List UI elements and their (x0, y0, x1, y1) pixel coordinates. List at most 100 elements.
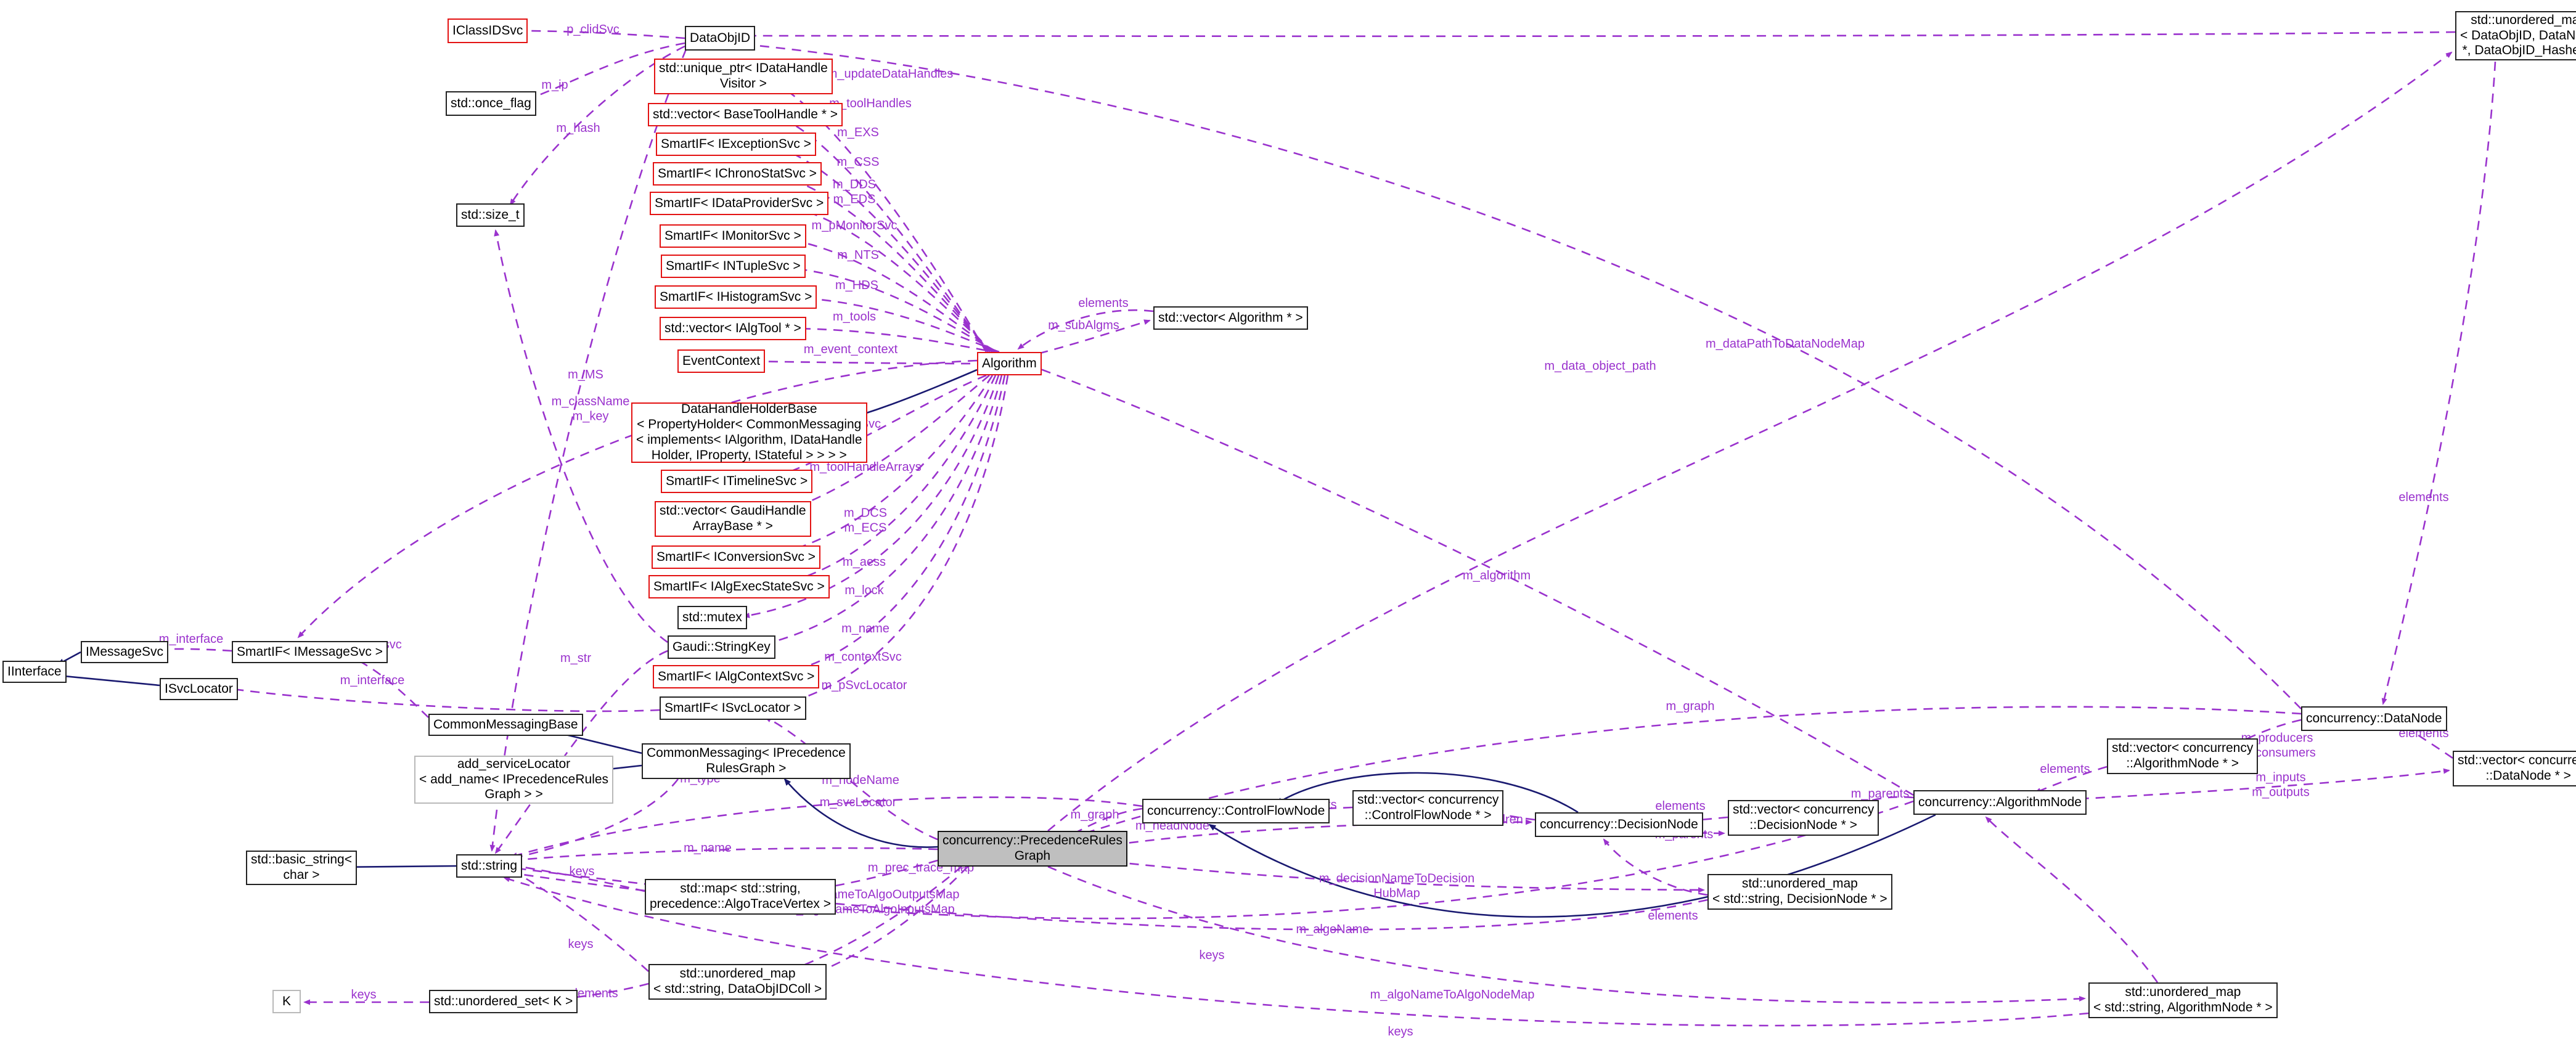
edge-inherit-70 (785, 779, 938, 847)
edge-label-m_DCS-m_ECS: m_DCSm_ECS (844, 506, 887, 536)
node-label-line: < std::string, DecisionNode * > (1712, 892, 1887, 907)
node-label-line: < PropertyHolder< CommonMessaging (637, 417, 861, 433)
node-smartif-imessagesvc[interactable]: SmartIF< IMessageSvc > (232, 641, 388, 663)
node-label-line: precedence::AlgoTraceVertex > (650, 897, 831, 912)
node-datahandleholderbase[interactable]: DataHandleHolderBase< PropertyHolder< Co… (631, 402, 867, 463)
node-unique-ptr-idatahandlevisitor[interactable]: std::unique_ptr< IDataHandleVisitor > (654, 59, 833, 94)
edge-label-keys: keys (351, 987, 376, 1002)
node-label-line: std::string (461, 859, 517, 874)
edge-label-m_HDS: m_HDS (835, 278, 878, 293)
node-label-line: std::vector< Algorithm * > (1158, 311, 1303, 326)
node-smartif-iconversionsvc[interactable]: SmartIF< IConversionSvc > (652, 545, 820, 569)
node-label-line: CommonMessagingBase (433, 717, 578, 733)
node-iinterface[interactable]: IInterface (2, 661, 67, 683)
node-label-line: Holder, IProperty, IStateful > > > > (652, 448, 847, 463)
node-vector-controlflownode[interactable]: std::vector< concurrency::ControlFlowNod… (1352, 790, 1503, 826)
node-dataobjid[interactable]: DataObjID (685, 26, 755, 51)
node-map-algotracevertex[interactable]: std::map< std::string,precedence::AlgoTr… (645, 879, 836, 915)
edge-label-m_pMonitorSvc: m_pMonitorSvc (812, 218, 898, 233)
node-unordered-set-k[interactable]: std::unordered_set< K > (429, 990, 578, 1013)
node-controlflownode[interactable]: concurrency::ControlFlowNode (1142, 799, 1330, 823)
node-iclassidsvc[interactable]: IClassIDSvc (448, 18, 528, 43)
edge-label-keys: keys (1199, 948, 1224, 963)
node-umap-dataobjidcoll[interactable]: std::unordered_map< std::string, DataObj… (648, 964, 827, 1000)
node-smartif-isvclocator[interactable]: SmartIF< ISvcLocator > (660, 696, 806, 720)
node-label-line: std::basic_string< (251, 852, 352, 868)
edge-label-elements: elements (1648, 908, 1698, 923)
node-smartif-ialgexecstatesvc[interactable]: SmartIF< IAlgExecStateSvc > (648, 575, 830, 598)
node-label-line: ISvcLocator (165, 682, 233, 697)
node-decisionnode[interactable]: concurrency::DecisionNode (1535, 812, 1703, 837)
node-label-line: add_serviceLocator (457, 757, 570, 772)
node-isvclocator[interactable]: ISvcLocator (160, 678, 238, 700)
node-vector-algorithmnode[interactable]: std::vector< concurrency::AlgorithmNode … (2107, 738, 2258, 774)
node-smartif-intuplesvc[interactable]: SmartIF< INTupleSvc > (661, 255, 806, 278)
node-label-line: SmartIF< IChronoStatSvc > (658, 166, 817, 182)
node-k[interactable]: K (272, 990, 301, 1013)
edge-label-m_subAlgms: m_subAlgms (1048, 318, 1119, 333)
node-label-line: < DataObjID, DataNode (2460, 28, 2576, 44)
edge-label-m_lock: m_lock (844, 583, 883, 598)
node-umap-decisionnode[interactable]: std::unordered_map< std::string, Decisio… (1707, 874, 1892, 910)
node-gaudi-stringkey[interactable]: Gaudi::StringKey (668, 635, 775, 659)
edge-usage-15 (745, 361, 986, 364)
node-imessagesvc[interactable]: IMessageSvc (81, 641, 168, 663)
node-label-line: ::AlgorithmNode * > (2126, 756, 2239, 772)
node-vector-decisionnode[interactable]: std::vector< concurrency::DecisionNode *… (1728, 800, 1879, 836)
node-std-mutex[interactable]: std::mutex (677, 606, 747, 629)
node-smartif-ihistogramsvc[interactable]: SmartIF< IHistogramSvc > (655, 285, 817, 309)
node-vector-ialgtool[interactable]: std::vector< IAlgTool * > (660, 317, 806, 340)
node-label-line: std::unordered_set< K > (434, 994, 573, 1010)
node-algorithm[interactable]: Algorithm (977, 352, 1042, 375)
node-algorithmnode[interactable]: concurrency::AlgorithmNode (1913, 790, 2087, 815)
node-smartif-ichronostatsvc[interactable]: SmartIF< IChronoStatSvc > (653, 162, 822, 186)
node-smartif-imonitorsvc[interactable]: SmartIF< IMonitorSvc > (660, 224, 806, 248)
edge-label-m_CSS: m_CSS (837, 155, 880, 169)
node-vector-algorithm[interactable]: std::vector< Algorithm * > (1153, 306, 1308, 330)
node-label-line: SmartIF< ITimelineSvc > (666, 474, 808, 489)
node-label-line: std::vector< concurrency (1733, 802, 1874, 818)
node-vector-gaudihandlearraybase[interactable]: std::vector< GaudiHandleArrayBase * > (655, 501, 811, 537)
edge-label-m_contextSvc: m_contextSvc (824, 650, 902, 664)
node-label-line: std::vector< concurrency (1357, 793, 1499, 808)
node-eventcontext[interactable]: EventContext (677, 349, 765, 373)
edge-label-m_interface: m_interface (340, 673, 405, 688)
node-smartif-idataprovidersvc[interactable]: SmartIF< IDataProviderSvc > (650, 192, 828, 215)
node-smartif-iexceptionsvc[interactable]: SmartIF< IExceptionSvc > (656, 133, 816, 156)
node-vector-basetoolhandle[interactable]: std::vector< BaseToolHandle * > (648, 103, 843, 126)
edge-label-keys: keys (569, 864, 594, 879)
node-smartif-itimelinesvc[interactable]: SmartIF< ITimelineSvc > (661, 470, 812, 493)
node-precedencerulesgraph[interactable]: concurrency::PrecedenceRulesGraph (938, 831, 1127, 867)
node-size-t[interactable]: std::size_t (456, 203, 525, 227)
node-vector-datanode[interactable]: std::vector< concurrency::DataNode * > (2453, 751, 2576, 786)
node-commonmessagingbase[interactable]: CommonMessagingBase (428, 714, 583, 736)
edge-layer (0, 0, 2576, 1041)
node-umap-algorithmnode[interactable]: std::unordered_map< std::string, Algorit… (2088, 982, 2278, 1018)
node-label-line: Algorithm (982, 356, 1037, 372)
edge-usage-4 (745, 32, 2455, 36)
edge-label-m_aess: m_aess (843, 555, 886, 569)
node-label-line: IInterface (7, 664, 62, 680)
edge-label-m_tools: m_tools (833, 309, 876, 324)
edge-usage-37 (1604, 839, 1707, 895)
edge-label-keys: keys (568, 937, 593, 952)
edge-label-m_algorithm: m_algorithm (1463, 568, 1531, 583)
node-add-servicelocator[interactable]: add_serviceLocator< add_name< IPrecedenc… (414, 756, 613, 804)
edge-usage-45 (1048, 867, 2085, 1003)
node-std-string[interactable]: std::string (456, 854, 522, 878)
edge-label-m_decisionNameToDecision-HubMap: m_decisionNameToDecisionHubMap (1319, 872, 1474, 902)
edge-label-m_interface: m_interface (159, 632, 224, 647)
node-label-line: < add_name< IPrecedenceRules (419, 772, 608, 788)
node-umap-datapath[interactable]: std::unordered_map< DataObjID, DataNode*… (2455, 11, 2576, 60)
node-smartif-ialgcontextsvc[interactable]: SmartIF< IAlgContextSvc > (653, 665, 819, 688)
node-label-line: Graph > > (485, 787, 543, 802)
node-once-flag[interactable]: std::once_flag (446, 91, 536, 116)
node-label-line: std::unique_ptr< IDataHandle (659, 61, 828, 76)
node-label-line: ::DataNode * > (2486, 769, 2571, 784)
node-datanode[interactable]: concurrency::DataNode (2301, 706, 2447, 731)
node-label-line: concurrency::ControlFlowNode (1147, 804, 1325, 819)
edge-label-m_name: m_name (684, 841, 732, 855)
node-commonmessaging[interactable]: CommonMessaging< IPrecedenceRulesGraph > (642, 743, 851, 779)
node-basic-string[interactable]: std::basic_string<char > (246, 851, 357, 885)
node-label-line: std::unordered_map (2471, 13, 2576, 28)
